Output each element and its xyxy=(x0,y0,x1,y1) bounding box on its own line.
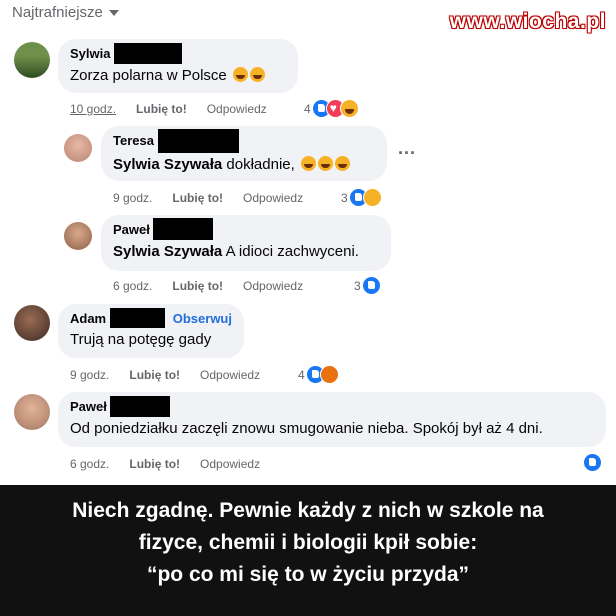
comment-bubble: Paweł Sylwia Szywała A idioci zachwyceni… xyxy=(101,215,391,271)
laugh-emoji-icon xyxy=(334,156,350,171)
comment-bubble: Paweł Od poniedziałku zaczęli znowu smug… xyxy=(58,392,606,447)
like-button[interactable]: Lubię to! xyxy=(129,457,180,471)
timestamp[interactable]: 9 godz. xyxy=(113,191,152,205)
reply-button[interactable]: Odpowiedz xyxy=(200,368,260,382)
redacted-name xyxy=(153,218,214,240)
reactions[interactable]: 4 xyxy=(304,99,359,118)
like-button[interactable]: Lubię to! xyxy=(172,191,223,205)
reactions[interactable]: 3 xyxy=(354,276,381,295)
reaction-count: 3 xyxy=(341,190,348,205)
timestamp[interactable]: 6 godz. xyxy=(113,279,152,293)
comment-actions: 9 godz. Lubię to! Odpowiedz xyxy=(70,368,280,382)
laugh-emoji-icon xyxy=(249,67,265,82)
laugh-emoji-icon xyxy=(317,156,333,171)
watermark: www.wiocha.pl xyxy=(449,10,606,33)
comment-actions: 6 godz. Lubię to! Odpowiedz xyxy=(70,457,280,471)
comment-bubble: Teresa Sylwia Szywała dokładnie, xyxy=(101,126,387,181)
reactions[interactable]: 4 xyxy=(298,365,339,384)
comment-text: dokładnie, xyxy=(222,156,295,173)
haha-reaction-icon xyxy=(339,99,359,118)
comment-text: Zorza polarna w Polsce xyxy=(70,67,227,84)
redacted-name xyxy=(157,129,239,153)
reply-button[interactable]: Odpowiedz xyxy=(200,457,260,471)
comment-actions: 10 godz. Lubię to! Odpowiedz xyxy=(70,102,287,116)
more-options-icon[interactable]: ... xyxy=(398,138,416,159)
angry-reaction-icon xyxy=(319,365,339,384)
like-button[interactable]: Lubię to! xyxy=(172,279,223,293)
laugh-emoji-icon xyxy=(232,67,248,82)
reactions[interactable]: 3 xyxy=(341,188,382,207)
like-button[interactable]: Lubię to! xyxy=(129,368,180,382)
author-name[interactable]: Adam xyxy=(70,311,106,326)
comment-actions: 9 godz. Lubię to! Odpowiedz xyxy=(113,191,323,205)
redacted-name xyxy=(110,396,171,417)
reply-button[interactable]: Odpowiedz xyxy=(243,279,303,293)
timestamp[interactable]: 6 godz. xyxy=(70,457,109,471)
caption-line: Niech zgadnę. Pewnie każdy z nich w szko… xyxy=(72,499,544,522)
laugh-emoji-icon xyxy=(300,156,316,171)
reply-button[interactable]: Odpowiedz xyxy=(207,102,267,116)
author-name[interactable]: Paweł xyxy=(70,399,107,414)
comment-bubble: Sylwia Zorza polarna w Polsce xyxy=(58,39,298,93)
author-name[interactable]: Sylwia xyxy=(70,46,110,61)
redacted-name xyxy=(109,308,165,328)
comment-text: Trują na potęgę gady xyxy=(70,331,212,348)
avatar[interactable] xyxy=(14,394,50,430)
reply-button[interactable]: Odpowiedz xyxy=(243,191,303,205)
timestamp[interactable]: 9 godz. xyxy=(70,368,109,382)
caption-line: “po co mi się to w życiu przyda” xyxy=(146,563,470,586)
follow-button[interactable]: Obserwuj xyxy=(173,311,232,326)
like-reaction-icon xyxy=(361,276,381,295)
mention-link[interactable]: Sylwia Szywała xyxy=(113,156,222,173)
avatar[interactable] xyxy=(64,134,92,162)
like-button[interactable]: Lubię to! xyxy=(136,102,187,116)
reaction-count: 4 xyxy=(298,367,305,382)
avatar[interactable] xyxy=(14,42,50,78)
author-name[interactable]: Teresa xyxy=(113,133,154,148)
comment-text: Od poniedziałku zaczęli znowu smugowanie… xyxy=(70,420,543,437)
avatar[interactable] xyxy=(14,305,50,341)
meme-caption: Niech zgadnę. Pewnie każdy z nich w szko… xyxy=(0,485,616,616)
comment-bubble: Adam Obserwuj Trują na potęgę gady xyxy=(58,304,244,358)
like-reaction-icon xyxy=(583,453,602,472)
mention-link[interactable]: Sylwia Szywała xyxy=(113,243,222,260)
reaction-count: 4 xyxy=(304,101,311,116)
sort-label: Najtrafniejsze xyxy=(12,4,103,21)
sort-dropdown[interactable]: Najtrafniejsze xyxy=(12,4,119,21)
chevron-down-icon xyxy=(108,10,119,17)
reaction-count: 3 xyxy=(354,278,361,293)
comment-text: A idioci zachwyceni. xyxy=(222,243,359,260)
care-reaction-icon xyxy=(362,188,382,207)
author-name[interactable]: Paweł xyxy=(113,222,150,237)
caption-line: fizyce, chemii i biologii kpił sobie: xyxy=(138,531,478,554)
reactions[interactable] xyxy=(583,453,602,472)
redacted-name xyxy=(114,43,183,64)
timestamp[interactable]: 10 godz. xyxy=(70,102,116,116)
comment-actions: 6 godz. Lubię to! Odpowiedz xyxy=(113,279,323,293)
avatar[interactable] xyxy=(64,222,92,250)
